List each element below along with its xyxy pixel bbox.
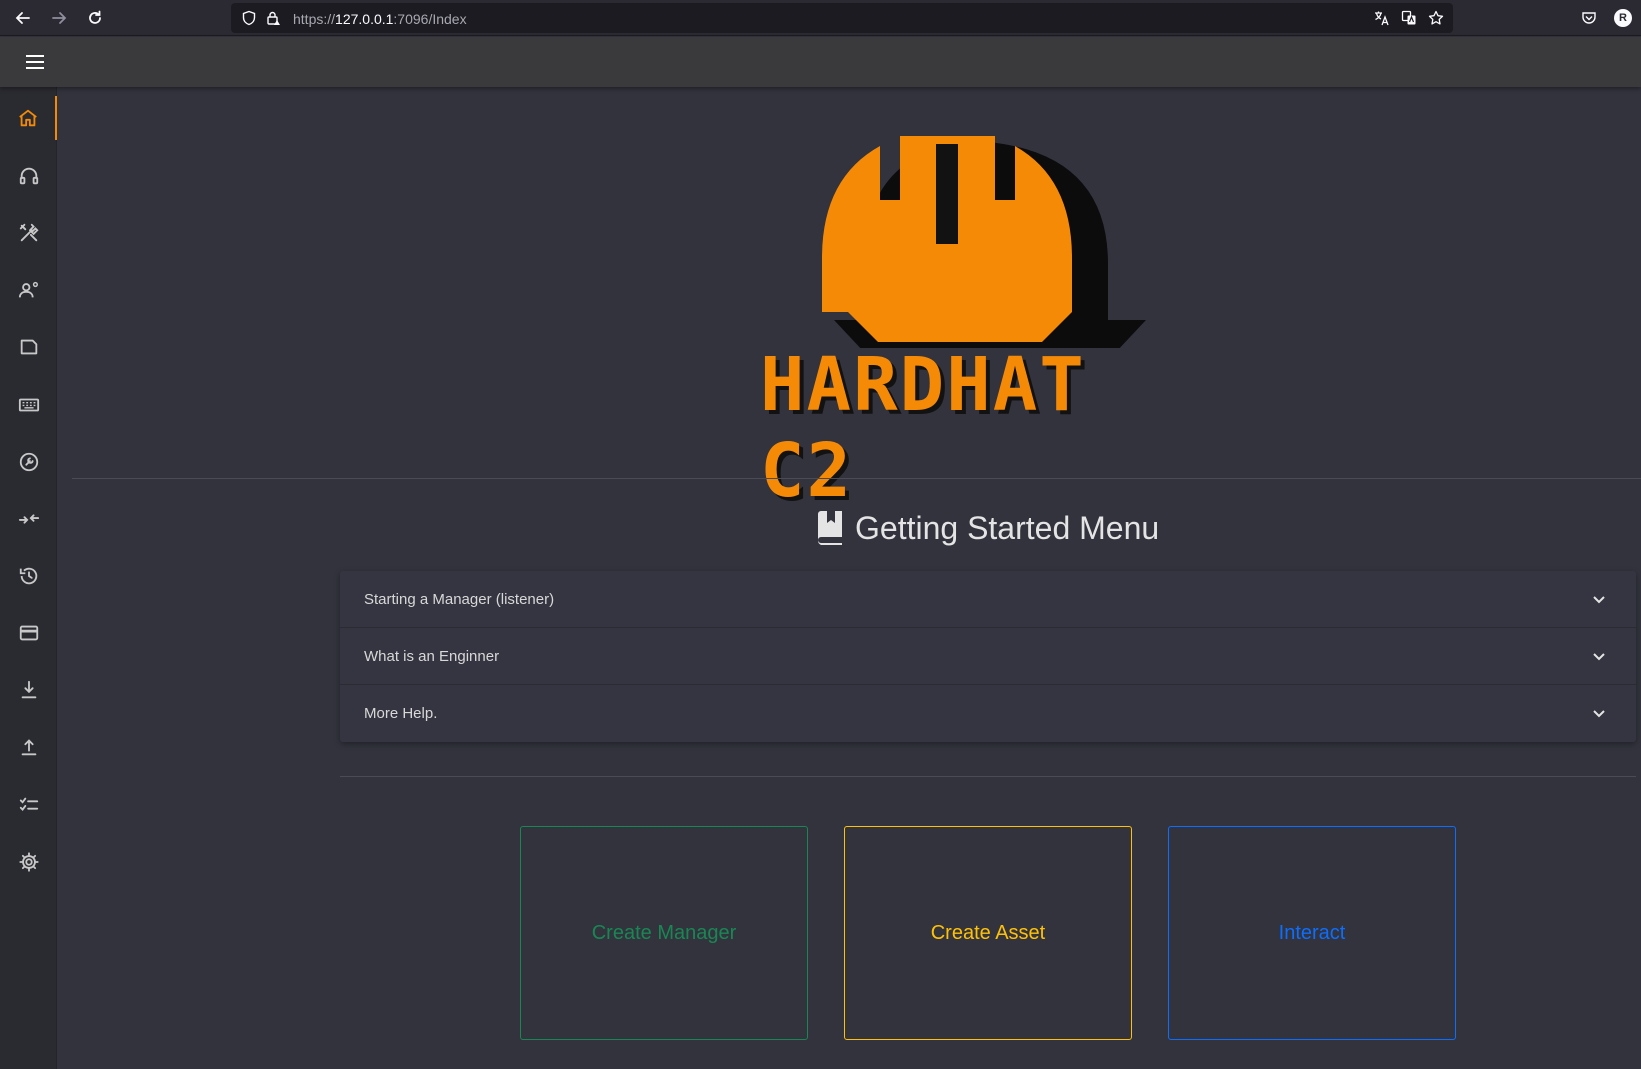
- back-button[interactable]: [11, 6, 35, 30]
- pocket-icon: [1582, 12, 1596, 24]
- create-manager-button[interactable]: Create Manager: [520, 826, 808, 1040]
- translate-icon[interactable]: [1372, 9, 1390, 27]
- accordion-item-what-is-engineer[interactable]: What is an Enginner: [340, 628, 1636, 685]
- tools-icon: [19, 223, 39, 242]
- arrows-compress-icon: [18, 514, 39, 524]
- home-icon: [18, 109, 37, 127]
- browser-toolbar: https://127.0.0.1:7096/Index R: [0, 0, 1641, 36]
- sidebar: [0, 87, 57, 1069]
- sidebar-item-uploads[interactable]: [0, 725, 57, 769]
- interact-label: Interact: [1278, 921, 1346, 944]
- sidebar-item-downloads[interactable]: [0, 668, 57, 712]
- arrow-right-icon: [52, 12, 67, 24]
- arrow-left-icon: [15, 12, 30, 24]
- history-icon: [19, 567, 37, 585]
- wrench-circle-icon: [19, 452, 38, 472]
- sidebar-item-keylogger[interactable]: [0, 383, 57, 427]
- accordion-label: Starting a Manager (listener): [364, 590, 555, 608]
- headphones-icon: [19, 167, 38, 185]
- user-gear-icon: [18, 281, 38, 298]
- interact-button[interactable]: Interact: [1168, 826, 1456, 1040]
- create-asset-label: Create Asset: [930, 921, 1046, 944]
- hardhat-helmet-icon: [822, 136, 1146, 348]
- reload-icon: [89, 10, 101, 24]
- bookmark-star-icon[interactable]: [1427, 9, 1445, 27]
- keyboard-icon: [18, 398, 39, 412]
- create-manager-label: Create Manager: [591, 921, 737, 944]
- sidebar-item-home[interactable]: [0, 96, 57, 140]
- hamburger-menu-button[interactable]: [22, 50, 48, 74]
- logo-text: HARDHAT C2: [760, 342, 1086, 514]
- upload-icon: [21, 739, 36, 756]
- sidebar-item-history[interactable]: [0, 554, 57, 598]
- sidebar-item-credentials[interactable]: [0, 611, 57, 655]
- book-icon: [817, 511, 842, 545]
- reload-button[interactable]: [83, 6, 107, 30]
- chevron-down-icon: [1593, 653, 1605, 661]
- sidebar-item-engineers[interactable]: [0, 268, 57, 312]
- forward-button[interactable]: [47, 6, 71, 30]
- divider: [340, 776, 1636, 777]
- getting-started-accordion: Starting a Manager (listener) What is an…: [340, 571, 1636, 742]
- sidebar-item-files[interactable]: [0, 325, 57, 369]
- download-icon: [21, 680, 36, 699]
- shield-icon[interactable]: [240, 9, 258, 27]
- hamburger-icon: [26, 55, 44, 69]
- chevron-down-icon: [1593, 710, 1605, 718]
- sidebar-item-listeners[interactable]: [0, 154, 57, 198]
- url-text[interactable]: https://127.0.0.1:7096/Index: [293, 11, 467, 27]
- file-icon: [20, 339, 37, 355]
- gear-icon: [18, 852, 39, 872]
- app-top-bar: [0, 37, 1641, 87]
- pocket-button[interactable]: [1577, 6, 1601, 30]
- divider: [72, 478, 1641, 479]
- sidebar-item-tools[interactable]: [0, 211, 57, 255]
- credit-card-icon: [19, 625, 38, 641]
- sidebar-item-tasks[interactable]: [0, 783, 57, 827]
- account-avatar[interactable]: R: [1614, 9, 1632, 27]
- getting-started-heading: Getting Started Menu: [815, 506, 1159, 550]
- accordion-item-more-help[interactable]: More Help.: [340, 685, 1636, 742]
- checklist-icon: [19, 797, 38, 811]
- accordion-item-starting-manager[interactable]: Starting a Manager (listener): [340, 571, 1636, 628]
- page-title: Getting Started Menu: [855, 509, 1160, 546]
- chevron-down-icon: [1593, 596, 1605, 604]
- sidebar-item-settings[interactable]: [0, 840, 57, 884]
- address-bar[interactable]: https://127.0.0.1:7096/Index: [231, 3, 1453, 33]
- sidebar-item-pivots[interactable]: [0, 497, 57, 541]
- create-asset-button[interactable]: Create Asset: [844, 826, 1132, 1040]
- sidebar-item-utilities[interactable]: [0, 440, 57, 484]
- accordion-label: What is an Enginner: [364, 647, 500, 665]
- lock-warning-icon[interactable]: [264, 9, 282, 27]
- page-translate-icon[interactable]: [1400, 9, 1418, 27]
- hardhat-logo: HARDHAT C2: [760, 128, 1220, 514]
- accordion-label: More Help.: [364, 705, 438, 722]
